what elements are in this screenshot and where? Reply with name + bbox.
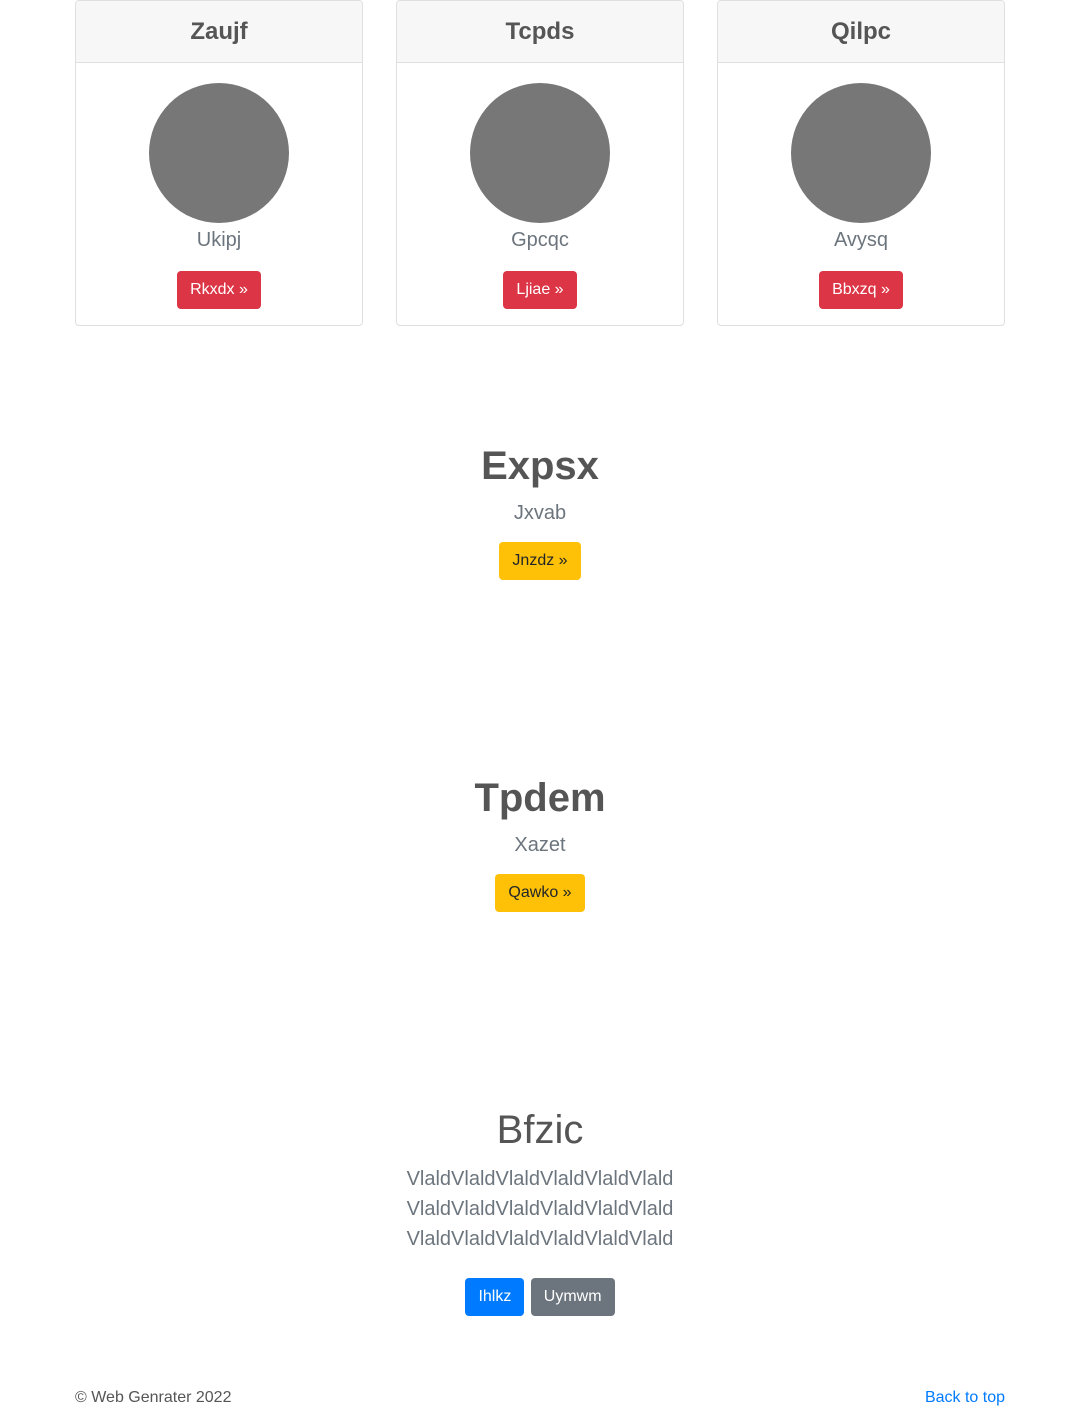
feature-action-button[interactable]: Jnzdz »	[499, 542, 581, 580]
feature-section: Expsx Jxvab Jnzdz »	[75, 442, 1005, 580]
page-container: Zaujf Ukipj Rkxdx » Tcpds Gpcqc Ljiae » …	[75, 0, 1005, 1410]
card-row: Zaujf Ukipj Rkxdx » Tcpds Gpcqc Ljiae » …	[75, 0, 1005, 326]
profile-card: Tcpds Gpcqc Ljiae »	[396, 0, 684, 326]
copyright-text: © Web Genrater 2022	[75, 1389, 232, 1406]
hero-button-group: Ihlkz Uymwm	[75, 1278, 1005, 1316]
primary-button[interactable]: Ihlkz	[465, 1278, 525, 1316]
card-action-button[interactable]: Bbxzq »	[819, 271, 903, 309]
avatar-placeholder	[470, 83, 610, 223]
feature-subtitle: Xazet	[514, 834, 566, 856]
avatar-placeholder	[791, 83, 931, 223]
feature-action-button[interactable]: Qawko »	[495, 874, 585, 912]
hero-section: Bfzic VlaldVlaldVlaldVlaldVlaldVlald Vla…	[75, 1106, 1005, 1316]
card-action-button[interactable]: Rkxdx »	[177, 271, 261, 309]
card-title: Zaujf	[76, 1, 362, 63]
avatar-placeholder	[149, 83, 289, 223]
feature-title: Tpdem	[474, 776, 606, 820]
card-subtitle: Ukipj	[196, 229, 242, 251]
feature-title: Expsx	[481, 444, 599, 488]
profile-card: Qilpc Avysq Bbxzq »	[717, 0, 1005, 326]
card-body: Ukipj Rkxdx »	[76, 83, 362, 309]
card-body: Gpcqc Ljiae »	[397, 83, 683, 309]
card-action-button[interactable]: Ljiae »	[503, 271, 577, 309]
card-title: Qilpc	[718, 1, 1004, 63]
hero-title: Bfzic	[496, 1108, 584, 1152]
footer: © Web Genrater 2022 Back to top	[75, 1387, 1005, 1409]
secondary-button[interactable]: Uymwm	[530, 1278, 615, 1316]
hero-lead-text: VlaldVlaldVlaldVlaldVlaldVlald VlaldVlal…	[406, 1168, 674, 1250]
card-body: Avysq Bbxzq »	[718, 83, 1004, 309]
feature-section: Tpdem Xazet Qawko »	[75, 774, 1005, 912]
card-subtitle: Avysq	[833, 229, 889, 251]
feature-subtitle: Jxvab	[513, 502, 567, 524]
profile-card: Zaujf Ukipj Rkxdx »	[75, 0, 363, 326]
back-to-top-link[interactable]: Back to top	[925, 1387, 1005, 1409]
card-title: Tcpds	[397, 1, 683, 63]
card-subtitle: Gpcqc	[511, 229, 569, 251]
